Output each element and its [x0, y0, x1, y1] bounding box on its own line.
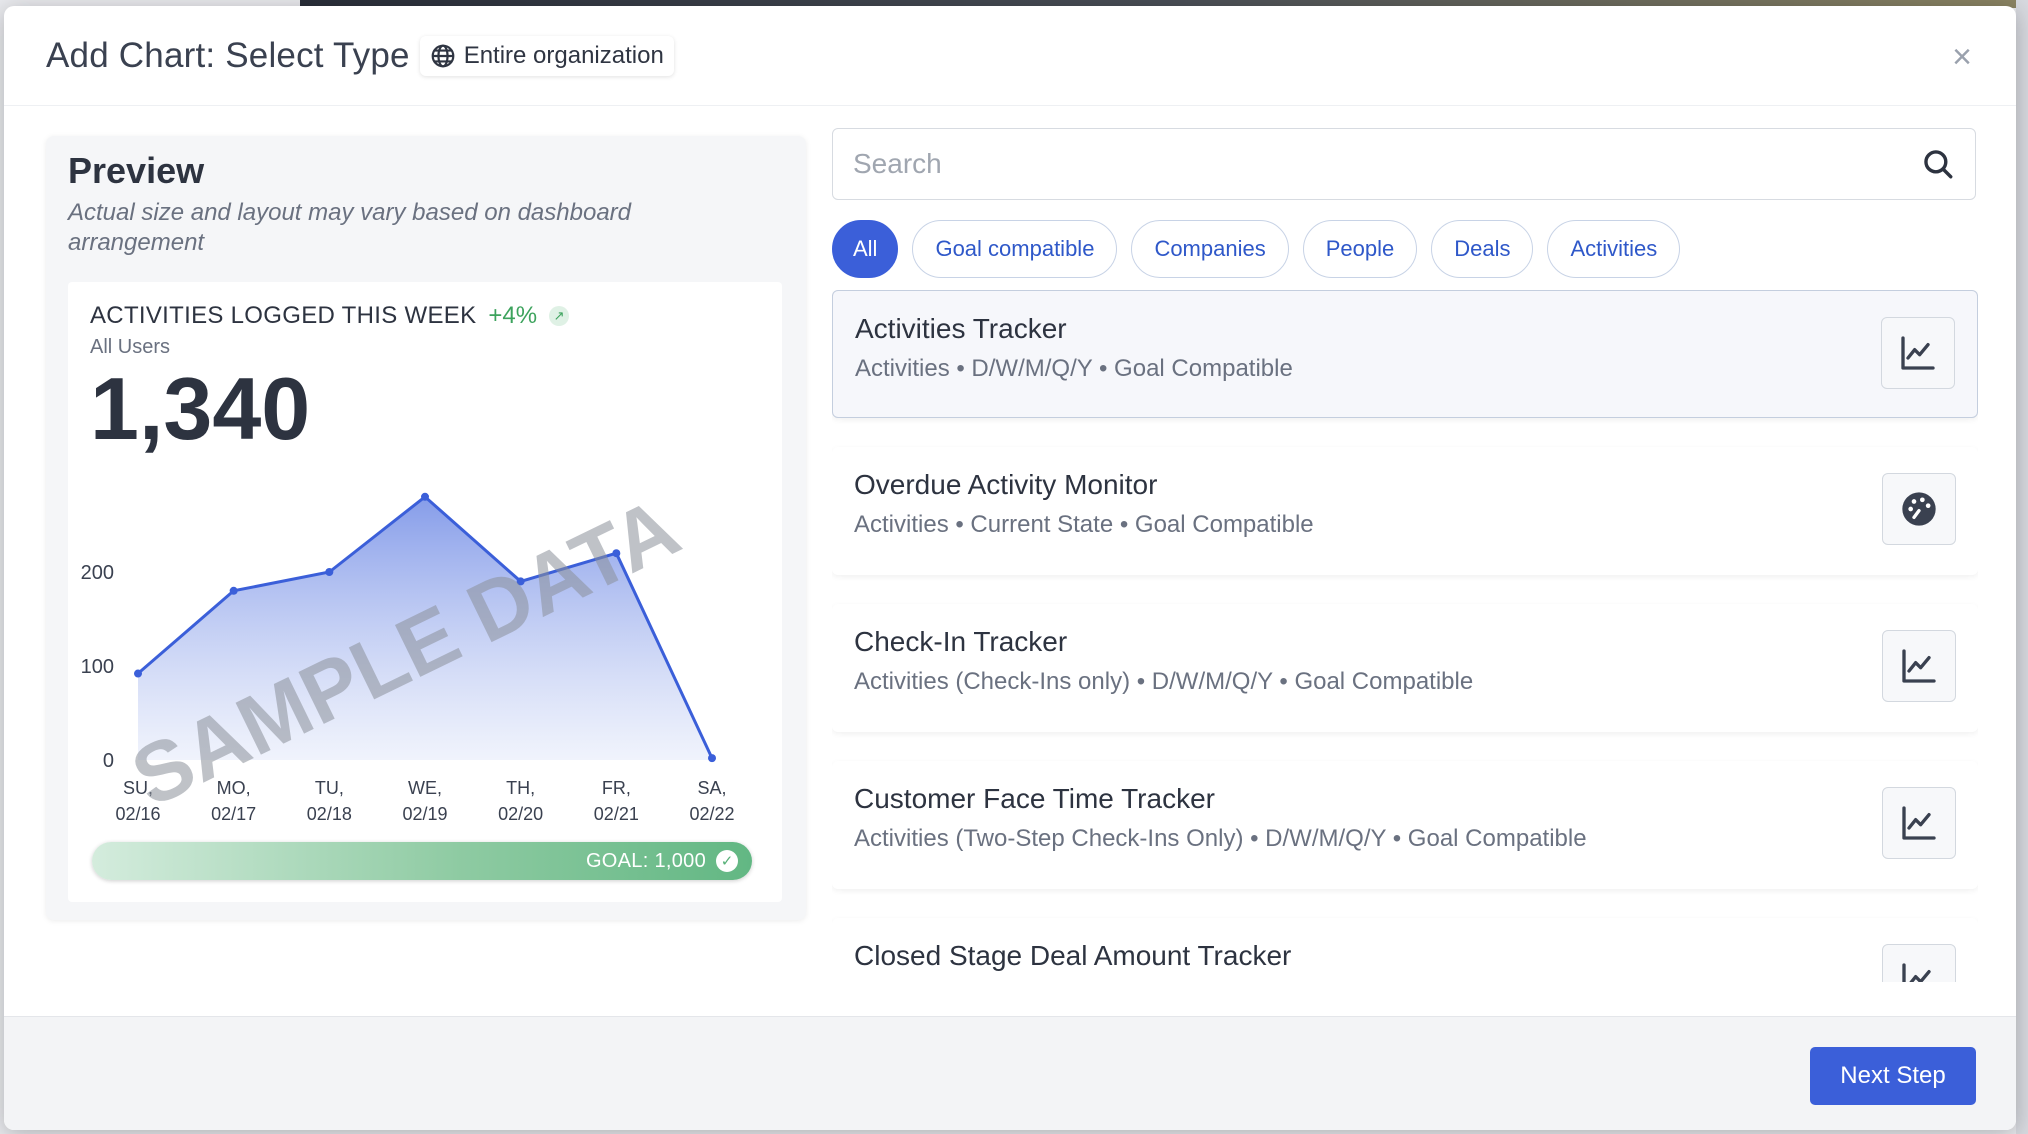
x-tick-label-day: FR, — [602, 778, 631, 798]
modal-footer: Next Step — [4, 1016, 2016, 1130]
search-input[interactable] — [853, 148, 1921, 180]
card-users: All Users — [90, 336, 171, 358]
modal-header: Add Chart: Select Type Entire organizati… — [4, 6, 2016, 106]
line-chart-icon — [1881, 317, 1955, 389]
next-step-button[interactable]: Next Step — [1810, 1047, 1976, 1105]
line-chart-icon — [1882, 630, 1956, 702]
goal-progress-bar: GOAL: 1,000 ✓ — [92, 842, 752, 880]
chart-type-item[interactable]: Check-In Tracker Activities (Check-Ins on… — [832, 604, 1978, 732]
x-tick-label-day: WE, — [408, 778, 442, 798]
line-chart-icon — [1882, 944, 1956, 982]
scope-label: Entire organization — [463, 41, 664, 69]
filter-chip-goal-compatible[interactable]: Goal compatible — [912, 220, 1118, 278]
search-box — [832, 128, 1976, 200]
filter-chip-activities[interactable]: Activities — [1547, 220, 1681, 278]
chart-point — [229, 586, 238, 595]
check-icon: ✓ — [716, 850, 738, 872]
modal-body: Preview Actual size and layout may vary … — [4, 106, 2016, 1016]
filter-chip-companies[interactable]: Companies — [1131, 220, 1289, 278]
card-value: 1,340 — [90, 359, 311, 458]
x-tick-label-date: 02/18 — [307, 804, 352, 824]
globe-icon — [431, 44, 455, 67]
close-icon[interactable]: × — [1952, 40, 1972, 74]
add-chart-modal: Add Chart: Select Type Entire organizati… — [4, 6, 2016, 1130]
x-tick-label-date: 02/22 — [689, 804, 734, 824]
filter-chips: All Goal compatible Companies People Deals Ac… — [832, 220, 1681, 278]
chart-type-description: Activities (Two-Step Check-Ins Only) • D… — [854, 825, 1587, 852]
chart-point — [134, 669, 142, 678]
x-tick-label-day: TU, — [315, 778, 344, 798]
chart-point — [421, 492, 429, 501]
y-tick-label: 100 — [81, 656, 114, 678]
x-tick-label-date: 02/19 — [402, 804, 447, 824]
preview-panel: Preview Actual size and layout may vary … — [46, 136, 806, 920]
x-tick-label-date: 02/20 — [498, 804, 543, 824]
chart-type-description: Activities • D/W/M/Q/Y • Goal Compatible — [855, 355, 1293, 382]
x-tick-label-date: 02/21 — [594, 804, 639, 824]
chart-point — [325, 568, 334, 576]
filter-chip-deals[interactable]: Deals — [1431, 220, 1534, 278]
trend-up-icon: ↗ — [549, 306, 570, 326]
filter-chip-all[interactable]: All — [832, 220, 899, 278]
background-edge — [2016, 0, 2028, 1134]
scope-selector[interactable]: Entire organization — [419, 35, 674, 76]
chart-type-title: Customer Face Time Tracker — [854, 783, 1215, 814]
y-tick-label: 200 — [81, 562, 114, 584]
card-delta: +4% — [488, 302, 538, 329]
chart-type-description: Activities (Check-Ins only) • D/W/M/Q/Y … — [854, 668, 1474, 695]
modal-title: Add Chart: Select Type — [46, 35, 410, 75]
preview-title: Preview — [68, 150, 205, 191]
chart-type-item[interactable]: Closed Stage Deal Amount Tracker — [832, 918, 1978, 982]
search-icon[interactable] — [1921, 147, 1955, 181]
chart-type-title: Check-In Tracker — [854, 626, 1068, 657]
chart-type-item[interactable]: Activities Tracker Activities • D/W/M/Q/Y… — [832, 290, 1978, 418]
line-chart-icon — [1882, 787, 1956, 859]
chart-type-title: Overdue Activity Monitor — [854, 469, 1158, 500]
filter-chip-people[interactable]: People — [1302, 220, 1418, 278]
chart-type-title: Activities Tracker — [855, 313, 1067, 344]
preview-chart-card: ACTIVITIES LOGGED THIS WEEK +4% ↗ All Us… — [68, 282, 782, 902]
chart-point — [708, 754, 716, 763]
chart-type-title: Closed Stage Deal Amount Tracker — [854, 940, 1292, 971]
card-title: ACTIVITIES LOGGED THIS WEEK — [90, 302, 477, 329]
y-tick-label: 0 — [103, 750, 114, 772]
chart-type-list: Activities Tracker Activities • D/W/M/Q/Y… — [832, 290, 1978, 982]
x-tick-label-day: SA, — [697, 778, 726, 798]
activities-area-chart: 0100200SU,02/16MO,02/17TU,02/18WE,02/19T… — [81, 479, 735, 824]
preview-subtitle: Actual size and layout may vary based on… — [68, 199, 632, 256]
x-tick-label-day: TH, — [506, 778, 535, 798]
goal-label: GOAL: 1,000 — [585, 849, 706, 872]
x-tick-label-date: 02/17 — [211, 804, 256, 824]
gauge-icon — [1882, 473, 1956, 545]
chart-type-description: Activities • Current State • Goal Compat… — [854, 511, 1314, 538]
chart-type-item[interactable]: Customer Face Time Tracker Activities (Tw… — [832, 761, 1978, 889]
chart-type-item[interactable]: Overdue Activity Monitor Activities • Cur… — [832, 447, 1978, 575]
